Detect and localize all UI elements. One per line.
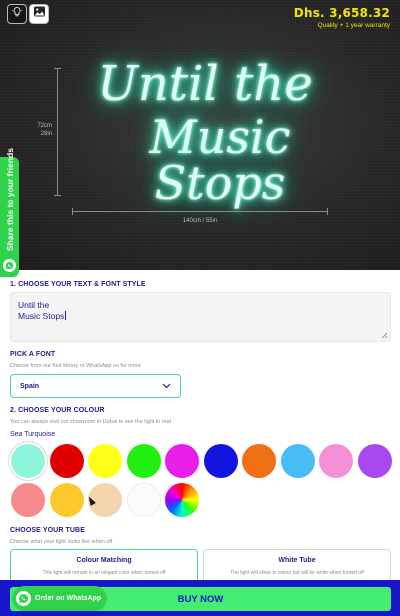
colour-swatch[interactable] xyxy=(49,483,84,517)
colour-swatch[interactable] xyxy=(11,444,45,478)
colour-swatch[interactable] xyxy=(88,444,122,478)
colour-swatch[interactable] xyxy=(203,444,238,478)
selected-colour-name: Sea Turquoise xyxy=(10,431,56,438)
tube-option-description: The light will shine in colour but will … xyxy=(230,570,364,576)
colour-swatch[interactable] xyxy=(165,444,199,478)
colour-swatch[interactable] xyxy=(126,483,161,517)
image-icon xyxy=(33,5,46,23)
sign-text-line-1: Until the xyxy=(18,300,50,310)
width-dimension-line xyxy=(72,208,328,215)
tube-option-title: Colour Matching xyxy=(76,557,132,564)
price-warranty-note: Quality + 1 year warranty xyxy=(317,22,390,29)
colour-swatch[interactable] xyxy=(357,444,392,478)
font-select[interactable]: Spain xyxy=(10,374,181,398)
height-in: 28in xyxy=(40,130,52,137)
sign-text-line-2: Music Stops xyxy=(18,310,65,321)
order-on-whatsapp-button[interactable]: Order on WhatsApp xyxy=(12,586,107,611)
sign-preview: Dhs. 3,658.32 Quality + 1 year warranty … xyxy=(0,0,400,270)
colour-section-subtitle: You can always visit our showroom in Dub… xyxy=(10,419,171,425)
whatsapp-icon xyxy=(16,591,31,606)
colour-swatch[interactable] xyxy=(49,444,84,478)
colour-swatch[interactable] xyxy=(126,444,161,478)
height-dimension-label: 72cm 28in xyxy=(36,123,52,139)
tube-section-subtitle: Choose what your light looks like when o… xyxy=(10,539,113,545)
share-tab[interactable]: Share this to your friends xyxy=(0,148,19,277)
font-section-subtitle: Choose from our font library or WhatsApp… xyxy=(10,363,141,369)
colour-swatch[interactable] xyxy=(165,483,199,517)
lightbulb-toggle-button[interactable] xyxy=(7,4,27,24)
font-select-value: Spain xyxy=(20,382,40,390)
resize-grip-icon[interactable] xyxy=(382,333,387,338)
text-caret xyxy=(65,310,67,320)
chevron-down-icon xyxy=(162,383,171,389)
colour-swatch[interactable] xyxy=(319,444,353,478)
height-dimension-line xyxy=(54,68,61,196)
colour-swatch[interactable] xyxy=(11,483,45,517)
tube-section-title: CHOOSE YOUR TUBE xyxy=(10,527,85,534)
neon-line-1: Until the xyxy=(97,56,313,112)
neon-line-2: Music Stops xyxy=(149,110,291,210)
colour-swatch[interactable] xyxy=(280,444,315,478)
order-on-whatsapp-label: Order on WhatsApp xyxy=(35,595,102,602)
height-cm: 72cm xyxy=(37,123,52,129)
font-section-title: PICK A FONT xyxy=(10,351,56,358)
sign-text-input[interactable]: Until the Music Stops xyxy=(10,292,391,342)
width-dimension-label: 140cm / 55in xyxy=(182,218,218,224)
tube-option-description: This light will remain in an elegant col… xyxy=(42,570,166,576)
buy-now-label: BUY NOW xyxy=(177,593,224,605)
colour-section-title: 2. CHOOSE YOUR COLOUR xyxy=(10,407,105,414)
price-block: Dhs. 3,658.32 Quality + 1 year warranty xyxy=(294,6,390,29)
neon-sign-text: Until the Music Stops xyxy=(80,60,340,206)
background-image-button[interactable] xyxy=(29,4,49,24)
colour-swatch[interactable] xyxy=(242,444,276,478)
price-amount: Dhs. 3,658.32 xyxy=(293,6,390,20)
whatsapp-icon xyxy=(3,259,16,272)
share-label: Share this to your friends xyxy=(5,148,15,251)
text-section-title: 1. CHOOSE YOUR TEXT & FONT STYLE xyxy=(10,281,146,288)
tube-option-title: White Tube xyxy=(278,557,316,564)
lightbulb-icon xyxy=(11,5,23,23)
